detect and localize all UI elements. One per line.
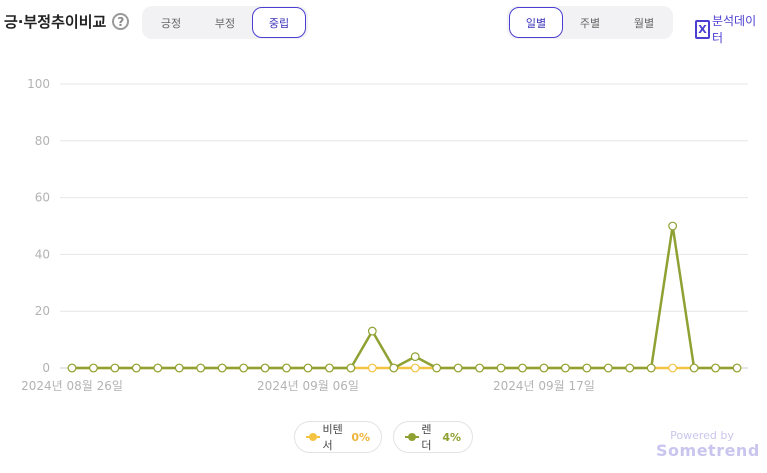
data-point-series-2	[410, 352, 420, 362]
data-point-series-1	[668, 363, 678, 373]
data-point-series-2	[625, 363, 635, 373]
legend-item-series-1[interactable]: 비텐서 0%	[294, 421, 382, 453]
legend-series-name: 렌더	[421, 423, 432, 452]
legend-item-series-2[interactable]: 렌더 4%	[393, 421, 473, 453]
data-point-series-2	[239, 363, 249, 373]
data-point-series-2	[603, 363, 613, 373]
legend-series-pct: 4%	[442, 430, 461, 444]
data-point-series-1	[367, 363, 377, 373]
data-point-series-2	[67, 363, 77, 373]
x-tick-label: 2024년 08월 26일	[21, 379, 123, 393]
data-point-series-2	[732, 363, 742, 373]
powered-by-text: Powered by	[670, 429, 734, 442]
data-point-series-2	[89, 363, 98, 373]
data-point-series-2	[153, 363, 163, 373]
legend-swatch-2	[405, 432, 419, 442]
data-point-series-2	[282, 363, 291, 373]
data-point-series-2	[367, 326, 377, 336]
data-point-series-2	[131, 363, 141, 373]
data-point-series-2	[196, 363, 206, 373]
brand-logo: Sometrend	[656, 441, 760, 460]
data-point-series-2	[518, 363, 527, 373]
data-point-series-2	[174, 363, 184, 373]
y-tick-label: 100	[27, 77, 50, 91]
data-point-series-2	[646, 363, 656, 373]
data-point-series-2	[539, 363, 549, 373]
x-tick-label: 2024년 09월 06일	[257, 379, 359, 393]
data-point-series-2	[110, 363, 120, 373]
data-point-series-2	[389, 363, 399, 373]
y-tick-label: 80	[35, 134, 50, 148]
data-point-series-2	[260, 363, 270, 373]
data-point-series-2	[432, 363, 442, 373]
y-tick-label: 20	[35, 304, 50, 318]
x-tick-label: 2024년 09월 17일	[493, 379, 595, 393]
data-point-series-2	[325, 363, 334, 373]
legend-series-name: 비텐서	[322, 423, 343, 452]
series-line-2	[72, 224, 737, 370]
powered-by-watermark: Powered by Sometrend	[656, 429, 760, 460]
data-point-series-2	[453, 363, 463, 373]
data-point-series-2	[711, 363, 720, 373]
data-point-series-2	[217, 363, 227, 373]
data-point-series-2	[346, 363, 356, 373]
y-tick-label: 40	[35, 247, 50, 261]
data-point-series-1	[410, 363, 420, 373]
y-tick-label: 0	[42, 361, 50, 375]
y-tick-label: 60	[35, 191, 50, 205]
data-point-series-2	[582, 363, 592, 373]
data-point-series-2	[496, 363, 506, 373]
legend-series-pct: 0%	[351, 430, 370, 444]
trend-chart: 0 20 40 60 80 100 2024년 08월 26일 2024년 09월 06일 20…	[21, 77, 748, 393]
data-point-series-2	[303, 363, 313, 373]
data-point-series-2	[668, 221, 678, 231]
data-point-series-2	[560, 363, 570, 373]
legend-swatch-1	[306, 432, 320, 442]
data-point-series-2	[475, 363, 484, 373]
data-point-series-2	[689, 363, 699, 373]
